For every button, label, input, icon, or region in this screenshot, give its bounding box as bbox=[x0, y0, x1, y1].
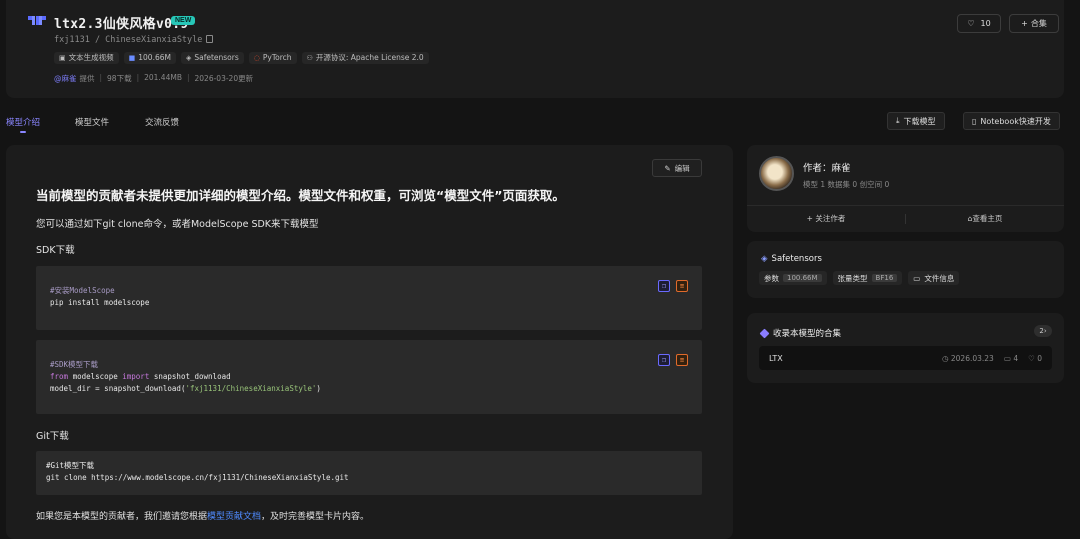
notebook-icon: ▯ bbox=[972, 116, 977, 126]
updated-date: 2026-03-20更新 bbox=[194, 74, 254, 83]
author-name: 作者：麻雀 bbox=[803, 163, 851, 174]
pytorch-icon: ◌ bbox=[253, 54, 260, 62]
run-code-icon[interactable]: ≡ bbox=[676, 280, 688, 292]
collections-card: 收录本模型的合集 2 › LTX ◷ 2026.03.23 ▭ 4 ♡ 0 bbox=[747, 313, 1064, 383]
tab-model-files[interactable]: 模型文件 bbox=[75, 116, 109, 128]
code-block-install: ❐ ≡ #安装ModelScope pip install modelscope bbox=[36, 266, 702, 330]
follow-author-button[interactable]: + 关注作者 bbox=[747, 213, 905, 224]
copy-code-icon[interactable]: ❐ bbox=[658, 354, 670, 366]
like-button[interactable]: ♡ 10 bbox=[957, 14, 1001, 33]
contribution-doc-link[interactable]: 模型贡献文档 bbox=[207, 512, 261, 522]
tab-model-intro[interactable]: 模型介绍 bbox=[6, 116, 40, 128]
safetensors-card: ◈ Safetensors 参数 100.66M 张量类型 BF16 ▭ 文件信息 bbox=[747, 241, 1064, 298]
file-info-icon: ▭ bbox=[913, 273, 921, 283]
code-block-git: #Git模型下载 git clone https://www.modelscop… bbox=[36, 451, 702, 495]
download-icon: ⤓ bbox=[896, 116, 900, 125]
tag-task[interactable]: ▣ 文本生成视频 bbox=[54, 52, 119, 64]
new-badge: NEW bbox=[171, 16, 196, 25]
model-header: ltx2.3仙侠风格v0.9 NEW fxj1131 / ChineseXian… bbox=[6, 0, 1064, 98]
tensor-type-chip: 张量类型 BF16 bbox=[832, 271, 903, 285]
folder-icon: ▭ bbox=[1003, 353, 1011, 363]
contributor-note: 如果您是本模型的贡献者，我们邀请您根据模型贡献文档，及时完善模型卡片内容。 bbox=[36, 512, 370, 522]
add-collection-button[interactable]: + 合集 bbox=[1009, 14, 1059, 33]
view-homepage-button[interactable]: ⌂查看主页 bbox=[906, 213, 1064, 224]
modelscope-logo-icon bbox=[28, 16, 46, 25]
tab-feedback[interactable]: 交流反馈 bbox=[145, 116, 179, 128]
author-link[interactable]: @麻雀 bbox=[54, 73, 77, 84]
collection-icon bbox=[759, 328, 770, 338]
clock-icon: ◷ bbox=[941, 353, 949, 363]
model-path: fxj1131 / ChineseXianxiaStyle bbox=[54, 35, 214, 45]
notebook-button[interactable]: ▯ Notebook快速开发 bbox=[963, 112, 1060, 130]
heart-icon: ♡ bbox=[967, 19, 975, 28]
folder-icon: ■ bbox=[128, 54, 136, 62]
safetensors-title: ◈ Safetensors bbox=[761, 254, 822, 264]
model-readme: ✎ 编辑 当前模型的贡献者未提供更加详细的模型介绍。模型文件和权重，可浏览“模型… bbox=[6, 145, 733, 539]
model-size: 201.44MB bbox=[144, 73, 182, 82]
edit-button[interactable]: ✎ 编辑 bbox=[652, 159, 702, 177]
tag-license[interactable]: ⚇ 开源协议: Apache License 2.0 bbox=[301, 52, 429, 64]
copy-code-icon[interactable]: ❐ bbox=[658, 280, 670, 292]
author-stats: 模型 1 数据集 0 创空间 0 bbox=[803, 180, 890, 189]
tag-pytorch[interactable]: ◌ PyTorch bbox=[248, 52, 297, 64]
download-model-button[interactable]: ⤓ 下载模型 bbox=[887, 112, 945, 130]
model-title: ltx2.3仙侠风格v0.9 bbox=[54, 17, 189, 32]
git-heading: Git下载 bbox=[36, 431, 69, 442]
params-chip: 参数 100.66M bbox=[759, 271, 827, 285]
readme-intro: 您可以通过如下git clone命令，或者ModelScope SDK来下载模型 bbox=[36, 219, 319, 230]
chevron-right-icon: › bbox=[1043, 327, 1047, 335]
plus-icon: + bbox=[1021, 19, 1028, 28]
model-meta: @麻雀 提供 | 98下载 | 201.44MB | 2026-03-20更新 bbox=[54, 73, 254, 84]
image-icon: ▣ bbox=[59, 54, 66, 62]
safetensors-icon: ◈ bbox=[185, 54, 192, 62]
safetensors-icon: ◈ bbox=[761, 254, 768, 264]
file-info-button[interactable]: ▭ 文件信息 bbox=[908, 271, 960, 285]
edit-icon: ✎ bbox=[664, 163, 671, 173]
heart-icon: ♡ bbox=[1028, 353, 1035, 363]
download-count: 98下载 bbox=[107, 74, 132, 83]
collections-count-badge[interactable]: 2 › bbox=[1034, 325, 1052, 337]
collections-title: 收录本模型的合集 bbox=[759, 327, 841, 339]
copy-icon[interactable] bbox=[206, 35, 214, 43]
avatar[interactable] bbox=[759, 156, 794, 191]
active-tab-indicator bbox=[20, 131, 26, 133]
tag-size[interactable]: ■ 100.66M bbox=[123, 52, 176, 64]
model-tags: ▣ 文本生成视频 ■ 100.66M ◈ Safetensors ◌ PyTorch ⚇… bbox=[54, 52, 429, 64]
author-card: 作者：麻雀 模型 1 数据集 0 创空间 0 + 关注作者 ⌂查看主页 bbox=[747, 145, 1064, 232]
readme-heading: 当前模型的贡献者未提供更加详细的模型介绍。模型文件和权重，可浏览“模型文件”页面… bbox=[36, 188, 565, 203]
collection-item[interactable]: LTX ◷ 2026.03.23 ▭ 4 ♡ 0 bbox=[759, 346, 1052, 370]
license-icon: ⚇ bbox=[306, 54, 313, 62]
sdk-heading: SDK下载 bbox=[36, 245, 75, 256]
code-block-sdk-download: ❐ ≡ #SDK模型下载 from modelscope import snap… bbox=[36, 340, 702, 414]
tag-safetensors[interactable]: ◈ Safetensors bbox=[180, 52, 244, 64]
run-code-icon[interactable]: ≡ bbox=[676, 354, 688, 366]
